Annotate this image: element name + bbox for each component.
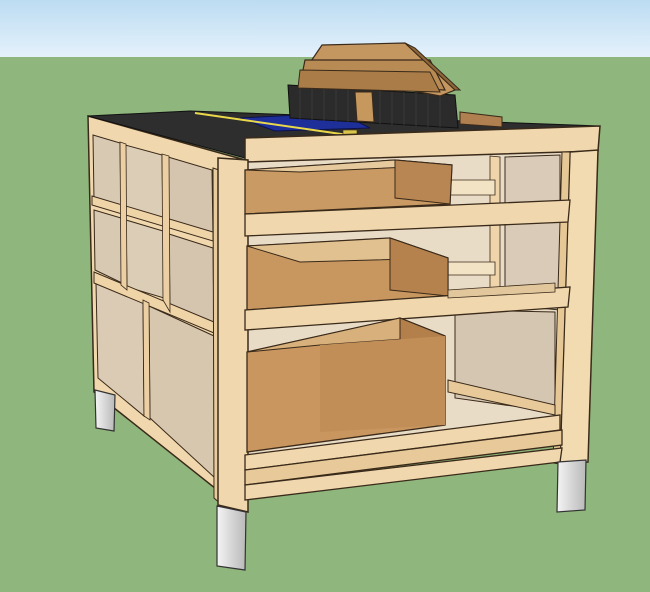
3d-model-viewport[interactable] xyxy=(0,0,650,592)
leg-front-right xyxy=(556,459,587,513)
leg-front-left xyxy=(216,505,247,571)
workbench-scene xyxy=(0,0,650,592)
leg-back-left xyxy=(94,389,116,432)
